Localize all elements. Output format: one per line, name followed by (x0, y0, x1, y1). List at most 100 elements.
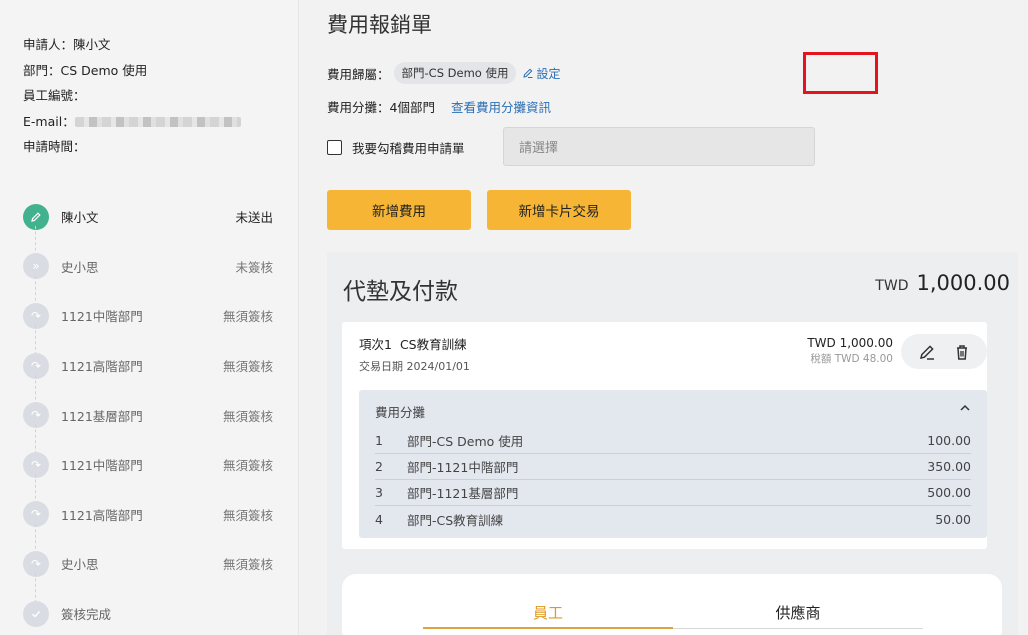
add-expense-button[interactable]: 新增費用 (327, 190, 471, 230)
skip-arrow-icon: ↷ (23, 451, 49, 478)
step-status: 無須簽核 (222, 458, 273, 474)
add-card-transaction-button[interactable]: 新增卡片交易 (487, 190, 631, 230)
allocation-name: 部門-1121中階部門 (407, 460, 519, 475)
approval-step: 陳小文 未送出 (23, 192, 273, 256)
skip-arrow-icon: ↷ (23, 501, 49, 528)
step-status: 無須簽核 (222, 557, 273, 573)
allocation-amount: 50.00 (935, 511, 971, 527)
allocation-no: 2 (375, 459, 383, 474)
step-status: 未送出 (235, 210, 273, 226)
item-label: 項次1 (359, 337, 392, 352)
double-chevron-right-icon: » (23, 253, 49, 280)
employee-number-label: 員工編號： (23, 88, 86, 103)
link-request-row: 我要勾稽費用申請單 (327, 138, 465, 157)
expense-allocation-row: 費用分攤：4個部門 查看費用分攤資訊 (327, 97, 551, 116)
allocation-box: 費用分攤 1 部門-CS Demo 使用 100.00 2 部門-1121中階部… (359, 390, 987, 538)
expense-owner-chip: 部門-CS Demo 使用 (393, 62, 517, 84)
expense-item-card: 項次1 CS教育訓練 交易日期 2024/01/01 TWD 1,000.00 稅… (342, 322, 987, 549)
view-allocation-link[interactable]: 查看費用分攤資訊 (451, 97, 551, 116)
step-name: 史小思 (61, 557, 99, 573)
step-name: 陳小文 (61, 210, 99, 226)
step-name: 1121高階部門 (61, 507, 143, 523)
skip-arrow-icon: ↷ (23, 550, 49, 577)
setting-label: 設定 (536, 66, 561, 81)
request-select[interactable]: 請選擇 (503, 127, 815, 166)
edit-icon (523, 68, 533, 78)
approval-step: ↷ 1121高階部門 無須簽核 (23, 341, 273, 405)
link-request-checkbox[interactable] (327, 140, 342, 155)
setting-link[interactable]: 設定 (522, 65, 561, 82)
apply-time-label: 申請時間： (23, 139, 86, 154)
skip-arrow-icon: ↷ (23, 402, 49, 429)
step-name: 1121基層部門 (61, 408, 143, 424)
expense-owner-row: 費用歸屬： 部門-CS Demo 使用 設定 (327, 62, 561, 84)
allocation-name: 部門-1121基層部門 (407, 486, 519, 501)
chevron-up-icon[interactable] (958, 400, 972, 419)
step-status: 無須簽核 (222, 507, 273, 523)
allocation-name: 部門-CS教育訓練 (407, 512, 504, 528)
page-title: 費用報銷單 (327, 13, 432, 37)
allocation-row: 2 部門-1121中階部門 350.00 (375, 454, 971, 480)
allocation-row: 1 部門-CS Demo 使用 100.00 (375, 428, 971, 454)
item-name: CS教育訓練 (399, 337, 467, 352)
main-content: 費用報銷單 費用歸屬： 部門-CS Demo 使用 設定 費用分攤：4個部門 查… (300, 0, 1028, 635)
tab-employee[interactable]: 員工 (423, 602, 673, 629)
approval-step: 簽核完成 (23, 589, 273, 635)
sidebar: 申請人： 陳小文 部門： CS Demo 使用 員工編號： E-mail： 申請時間… (0, 0, 299, 635)
expense-allocation-label: 費用分攤：4個部門 (327, 100, 435, 115)
allocation-rows: 1 部門-CS Demo 使用 100.00 2 部門-1121中階部門 350… (375, 428, 971, 532)
step-status: 無須簽核 (222, 408, 273, 424)
pencil-icon (23, 203, 49, 230)
expense-owner-label: 費用歸屬： (327, 66, 390, 82)
applicant-info: 申請人： 陳小文 部門： CS Demo 使用 員工編號： E-mail： 申請時間… (23, 32, 241, 160)
highlight-box (803, 52, 878, 94)
department-value: CS Demo 使用 (60, 62, 148, 78)
step-status: 無須簽核 (222, 309, 273, 325)
allocation-no: 3 (375, 485, 383, 500)
item-actions (901, 334, 987, 369)
item-title: 項次1 CS教育訓練 (359, 334, 467, 353)
step-name: 史小思 (61, 259, 99, 275)
item-amount-block: TWD 1,000.00 稅額 TWD 48.00 (807, 336, 893, 366)
allocation-name: 部門-CS Demo 使用 (407, 434, 524, 449)
step-name: 簽核完成 (61, 607, 112, 623)
approval-step: ↷ 1121中階部門 無須簽核 (23, 440, 273, 504)
allocation-amount: 100.00 (927, 433, 971, 448)
allocation-row: 4 部門-CS教育訓練 50.00 (375, 506, 971, 532)
allocation-amount: 500.00 (927, 485, 971, 500)
payee-tabs: 員工 供應商 (342, 574, 1002, 635)
check-icon (23, 600, 49, 627)
step-status: 未簽核 (235, 259, 273, 275)
step-status: 無須簽核 (222, 359, 273, 375)
advance-total: TWD 1,000.00 (875, 271, 1010, 295)
allocation-row: 3 部門-1121基層部門 500.00 (375, 480, 971, 506)
trash-icon[interactable] (950, 340, 974, 364)
applicant-label: 申請人： (23, 37, 74, 52)
skip-arrow-icon: ↷ (23, 302, 49, 329)
approval-step: ↷ 史小思 無須簽核 (23, 539, 273, 604)
tab-supplier[interactable]: 供應商 (673, 602, 923, 629)
advance-payment-panel: 代墊及付款 TWD 1,000.00 項次1 CS教育訓練 交易日期 2024/0… (327, 252, 1018, 635)
approval-step: ↷ 1121基層部門 無須簽核 (23, 390, 273, 455)
link-request-label: 我要勾稽費用申請單 (352, 141, 465, 156)
total-currency: TWD (875, 278, 909, 294)
allocation-title: 費用分攤 (375, 405, 426, 420)
step-name: 1121中階部門 (61, 309, 143, 325)
approval-step: ↷ 1121高階部門 無須簽核 (23, 490, 273, 554)
item-tax: 稅額 TWD 48.00 (810, 353, 893, 365)
step-name: 1121中階部門 (61, 458, 143, 474)
advance-payment-title: 代墊及付款 (343, 279, 458, 305)
skip-arrow-icon: ↷ (23, 352, 49, 379)
applicant-value: 陳小文 (73, 37, 111, 52)
allocation-no: 4 (375, 511, 383, 527)
approval-step: ↷ 1121中階部門 無須簽核 (23, 291, 273, 356)
approval-steps: 陳小文 未送出 » 史小思 未簽核 ↷ 1121中階部門 無須簽核 ↷ 1121… (23, 192, 273, 635)
step-name: 1121高階部門 (61, 359, 143, 375)
allocation-no: 1 (375, 433, 383, 448)
approval-step: » 史小思 未簽核 (23, 242, 273, 306)
email-redacted (74, 116, 241, 127)
department-label: 部門： (23, 62, 61, 78)
total-amount: 1,000.00 (916, 271, 1010, 295)
edit-icon[interactable] (915, 340, 939, 364)
email-label: E-mail： (23, 113, 75, 129)
